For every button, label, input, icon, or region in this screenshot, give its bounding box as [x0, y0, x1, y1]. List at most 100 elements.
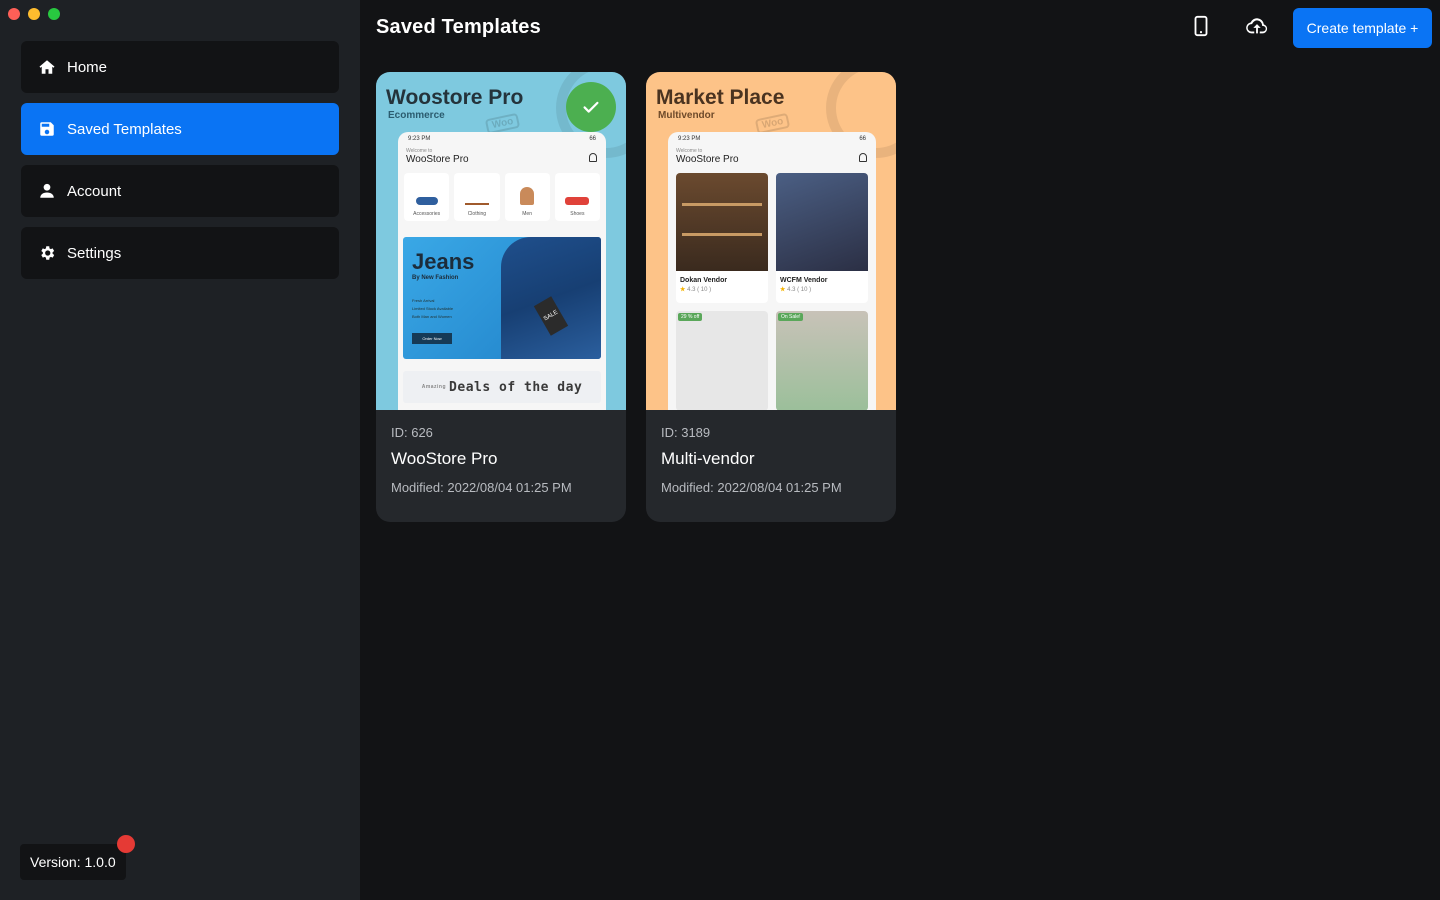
category-item: Accessories	[404, 173, 450, 221]
phone-mockup: 9:23 PM 66 Welcome to WooStore Pro Acces…	[398, 132, 606, 410]
template-modified: Modified: 2022/08/04 01:25 PM	[661, 480, 842, 495]
notification-dot	[116, 835, 135, 853]
sidebar-item-label: Settings	[67, 244, 122, 262]
sale-badge: On Sale!	[778, 313, 804, 321]
template-name: WooStore Pro	[391, 449, 498, 468]
hanger-icon	[464, 195, 489, 205]
vendor-name: WCFM Vendor	[780, 277, 828, 284]
shoe-icon	[565, 197, 590, 205]
sidebar-item-label: Account	[67, 182, 122, 200]
product-card: On Sale!	[776, 311, 868, 410]
vendor-card: WCFM Vendor ★ 4.3 ( 10 )	[776, 173, 868, 303]
version-badge[interactable]: Version: 1.0.0	[20, 835, 135, 880]
banner-details: Fresh Arrival Limited Stock Available Bo…	[412, 297, 453, 321]
category-label: Accessories	[413, 211, 441, 217]
glasses-icon	[415, 197, 438, 205]
template-info: ID: 3189 Multi-vendor Modified: 2022/08/…	[646, 410, 896, 510]
upload-button[interactable]	[1245, 16, 1269, 40]
bell-icon	[589, 153, 597, 162]
selected-check-icon	[566, 82, 616, 132]
category-item: Clothing	[454, 173, 500, 221]
jeans-banner: SALE Jeans By New Fashion Fresh Arrival …	[403, 237, 601, 359]
order-now-button: Order Now	[412, 333, 452, 344]
create-template-button[interactable]: Create template +	[1293, 8, 1432, 48]
vendor-name: Dokan Vendor	[680, 277, 728, 284]
template-card[interactable]: Woo Woostore Pro Ecommerce 9:23 PM 66 We…	[376, 72, 626, 522]
category-item: Shoes	[554, 173, 600, 221]
template-modified: Modified: 2022/08/04 01:25 PM	[391, 480, 572, 495]
man-icon	[520, 187, 535, 205]
preview-subtitle: Ecommerce	[388, 110, 445, 121]
vendor-image	[776, 173, 868, 271]
close-window-button[interactable]	[8, 8, 20, 20]
maximize-window-button[interactable]	[48, 8, 60, 20]
discount-badge: 29 % off	[678, 313, 703, 321]
vendor-rating: ★ 4.3 ( 10 )	[776, 284, 868, 295]
home-icon	[38, 58, 56, 76]
smartphone-icon	[1190, 15, 1212, 42]
mobile-preview-button[interactable]	[1189, 15, 1213, 42]
product-row: 29 % off On Sale!	[668, 303, 876, 410]
preview-subtitle: Multivendor	[658, 110, 715, 121]
sidebar: Home Saved Templates Account Settings Ve…	[0, 0, 360, 900]
preview-title: Market Place	[656, 86, 785, 109]
template-preview: Woo Market Place Multivendor 9:23 PM 66 …	[646, 72, 896, 410]
sidebar-item-label: Saved Templates	[67, 120, 182, 138]
status-time: 9:23 PM	[678, 136, 701, 142]
rating-value: 4.3	[687, 287, 696, 293]
window-controls	[8, 8, 60, 20]
banner-line: Fresh Arrival	[412, 298, 435, 303]
vendor-row: Dokan Vendor ★ 4.3 ( 10 ) WCFM Vendor ★ …	[668, 167, 876, 303]
phone-mockup: 9:23 PM 66 Welcome to WooStore Pro Dokan…	[668, 132, 876, 410]
vendor-image	[676, 173, 768, 271]
category-row: Accessories Clothing Men Shoes	[398, 167, 606, 221]
person-icon	[38, 182, 56, 200]
category-label: Shoes	[570, 211, 585, 217]
template-preview: Woo Woostore Pro Ecommerce 9:23 PM 66 We…	[376, 72, 626, 410]
sidebar-item-settings[interactable]: Settings	[21, 227, 339, 279]
version-label: Version: 1.0.0	[30, 854, 116, 870]
deals-label: Deals of the day	[449, 379, 583, 395]
shelf	[682, 233, 762, 236]
page-title: Saved Templates	[376, 16, 541, 38]
sidebar-item-account[interactable]: Account	[21, 165, 339, 217]
main-content: Saved Templates Create template + Woo Wo…	[360, 0, 1440, 900]
deals-small-label: Amazing	[421, 384, 447, 390]
sidebar-item-saved-templates[interactable]: Saved Templates	[21, 103, 339, 155]
template-id: ID: 626	[391, 425, 433, 440]
shelf	[682, 203, 762, 206]
template-info: ID: 626 WooStore Pro Modified: 2022/08/0…	[376, 410, 626, 510]
vendor-rating: ★ 4.3 ( 10 )	[676, 284, 768, 295]
minimize-window-button[interactable]	[28, 8, 40, 20]
template-id: ID: 3189	[661, 425, 711, 440]
banner-subtitle: By New Fashion	[412, 275, 459, 281]
welcome-block: Welcome to WooStore Pro	[668, 146, 876, 167]
store-name: WooStore Pro	[676, 154, 739, 165]
banner-line: Limited Stock Available	[412, 306, 454, 311]
bell-icon	[859, 153, 867, 162]
sidebar-item-label: Home	[67, 58, 108, 76]
category-label: Men	[522, 211, 532, 217]
category-label: Clothing	[467, 211, 487, 217]
category-item: Men	[504, 173, 550, 221]
status-battery: 66	[589, 136, 596, 142]
vendor-card: Dokan Vendor ★ 4.3 ( 10 )	[676, 173, 768, 303]
rating-count: ( 10 )	[697, 287, 712, 293]
rating-value: 4.3	[787, 287, 796, 293]
status-bar: 9:23 PM 66	[668, 132, 876, 146]
product-card: 29 % off	[676, 311, 768, 410]
store-name: WooStore Pro	[406, 154, 469, 165]
star-icon: ★	[780, 287, 786, 293]
sidebar-item-home[interactable]: Home	[21, 41, 339, 93]
status-bar: 9:23 PM 66	[398, 132, 606, 146]
status-time: 9:23 PM	[408, 136, 431, 142]
save-icon	[38, 120, 56, 138]
gear-icon	[38, 244, 56, 262]
template-card[interactable]: Woo Market Place Multivendor 9:23 PM 66 …	[646, 72, 896, 522]
welcome-block: Welcome to WooStore Pro	[398, 146, 606, 167]
star-icon: ★	[680, 287, 686, 293]
status-battery: 66	[859, 136, 866, 142]
sidebar-nav: Home Saved Templates Account Settings	[21, 41, 339, 279]
template-name: Multi-vendor	[661, 449, 755, 468]
banner-title: Jeans	[412, 249, 475, 274]
